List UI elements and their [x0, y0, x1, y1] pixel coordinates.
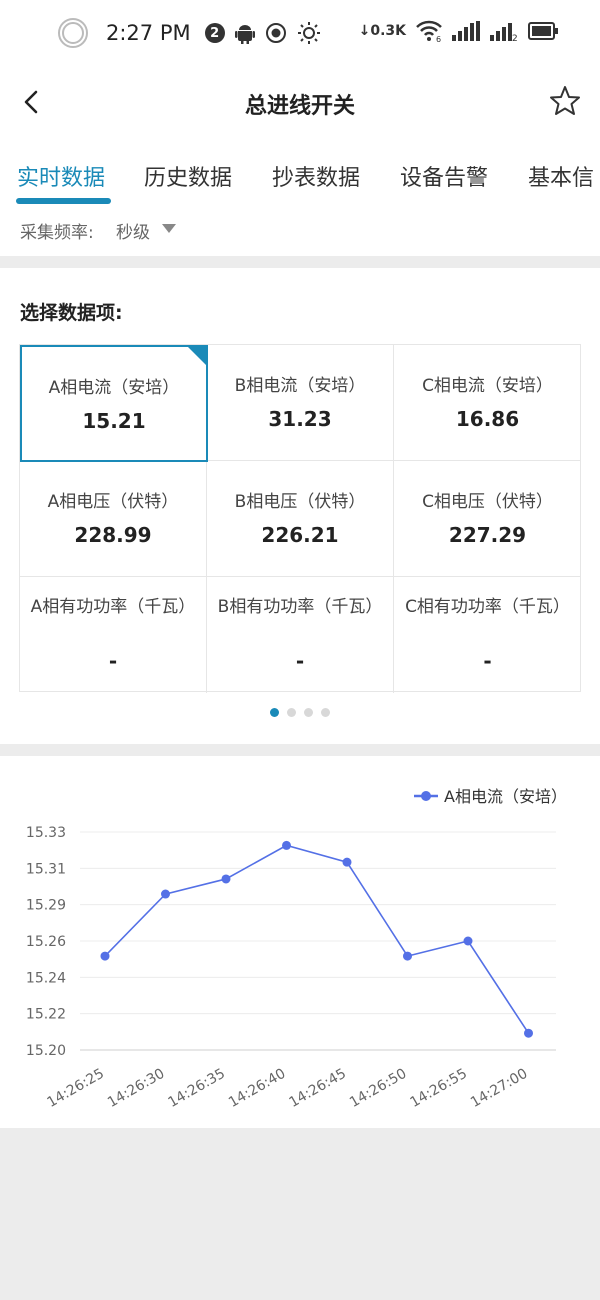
data-item-label: B相电流（安培） [234, 376, 366, 396]
sim-sub-label: 2 [512, 34, 518, 41]
signal-icon-1 [452, 21, 480, 41]
x-tick-label: 14:27:00 [468, 1066, 530, 1111]
dropdown-caret-icon[interactable] [162, 224, 176, 233]
x-tick-label: 14:26:35 [166, 1066, 228, 1111]
data-item-b-active-power[interactable]: B相有功功率（千瓦） - [207, 577, 394, 693]
data-point [221, 874, 231, 884]
download-speed: ↓0.3K [358, 23, 406, 39]
legend-marker [421, 791, 431, 801]
status-left: 2:27 PM 2 [58, 18, 321, 48]
x-tick-label: 14:26:55 [408, 1066, 470, 1111]
data-item-label: C相电流（安培） [422, 376, 553, 396]
x-tick-label: 14:26:25 [45, 1066, 107, 1111]
y-tick-label: 15.22 [26, 1007, 66, 1023]
data-item-value: - [295, 649, 305, 673]
data-item-label: A相电流（安培） [48, 378, 180, 398]
y-tick-label: 15.29 [26, 898, 66, 914]
favorite-star-icon[interactable] [548, 84, 582, 118]
data-item-value: - [108, 649, 118, 673]
notification-badge: 2 [204, 23, 225, 43]
data-item-value: 226.21 [261, 523, 339, 547]
page-indicator [0, 708, 600, 717]
page-dot[interactable] [287, 708, 296, 717]
data-item-a-current[interactable]: A相电流（安培） 15.21 [20, 345, 208, 462]
data-item-value: - [483, 649, 492, 673]
data-item-c-current[interactable]: C相电流（安培） 16.86 [394, 345, 581, 461]
wifi-icon: 6 [416, 20, 442, 42]
status-time: 2:27 PM [106, 21, 191, 45]
tab-bar: 实时数据 历史数据 抄表数据 设备告警 基本信 [0, 138, 600, 210]
tab-basic-info[interactable]: 基本信 [528, 160, 594, 192]
x-tick-label: 14:26:50 [347, 1066, 409, 1111]
data-items-card: 选择数据项: A相电流（安培） 15.21 B相电流（安培） 31.23 C相电… [0, 268, 600, 744]
status-bar: 2:27 PM 2 ↓0.3K 6 2 [0, 0, 600, 68]
y-tick-label: 15.33 [26, 825, 66, 841]
android-icon [234, 25, 255, 44]
app-header: 总进线开关 [0, 68, 600, 138]
data-item-label: C相电压（伏特） [422, 492, 553, 512]
frequency-value[interactable]: 秒级 [116, 218, 150, 243]
data-point [161, 889, 170, 899]
y-tick-label: 15.26 [26, 934, 66, 950]
data-item-b-voltage[interactable]: B相电压（伏特） 226.21 [207, 461, 394, 577]
data-point [100, 951, 110, 961]
page-dot[interactable] [270, 708, 279, 717]
data-item-value: 228.99 [74, 523, 152, 547]
data-item-label: A相电压（伏特） [47, 492, 179, 512]
frequency-selector[interactable]: 采集频率: 秒级 [0, 210, 600, 256]
signal-icon-2: 2 [490, 23, 518, 41]
tab-history-data[interactable]: 历史数据 [144, 160, 232, 192]
y-tick-label: 15.24 [26, 970, 66, 986]
data-item-c-voltage[interactable]: C相电压（伏特） 227.29 [394, 461, 581, 577]
wifi-sub-label: 6 [436, 35, 441, 42]
tab-meter-reading[interactable]: 抄表数据 [272, 160, 360, 192]
page-dot[interactable] [304, 708, 313, 717]
x-tick-label: 14:26:30 [105, 1066, 167, 1111]
x-tick-label: 14:26:45 [287, 1066, 349, 1111]
data-point [282, 840, 291, 850]
data-item-label: A相有功功率（千瓦） [30, 597, 196, 617]
data-item-c-active-power[interactable]: C相有功功率（千瓦） - [394, 577, 581, 693]
data-item-value: 227.29 [448, 523, 527, 547]
x-tick-label: 14:26:40 [226, 1066, 288, 1111]
tab-realtime-data[interactable]: 实时数据 [17, 160, 105, 192]
data-item-b-current[interactable]: B相电流（安培） 31.23 [207, 345, 394, 461]
data-item-label: B相有功功率（千瓦） [217, 597, 383, 617]
data-point [403, 951, 412, 961]
line-chart: 15.20 15.22 15.24 15.26 15.29 15.31 15.33 14:26… [26, 787, 567, 1111]
data-item-a-voltage[interactable]: A相电压（伏特） 228.99 [20, 461, 207, 577]
data-point [342, 857, 352, 867]
status-right: ↓0.3K 6 2 [359, 20, 558, 42]
brightness-icon [297, 22, 320, 44]
data-item-value: 31.23 [268, 407, 332, 431]
download-speed-value: 0.3K [370, 23, 406, 39]
frequency-label: 采集频率: [20, 223, 94, 243]
selected-corner-icon [188, 347, 206, 365]
data-items-grid: A相电流（安培） 15.21 B相电流（安培） 31.23 C相电流（安培） 1… [19, 344, 581, 693]
active-tab-indicator [16, 198, 111, 204]
data-item-label: C相有功功率（千瓦） [405, 597, 570, 617]
data-item-value: 15.21 [82, 409, 146, 433]
data-items-title: 选择数据项: [20, 302, 123, 324]
tab-device-alarms[interactable]: 设备告警 [400, 160, 488, 192]
y-tick-label: 15.31 [26, 861, 66, 877]
circle-indicator-icon [58, 18, 88, 48]
realtime-chart: 15.20 15.22 15.24 15.26 15.29 15.31 15.33 14:26… [0, 756, 600, 1128]
data-item-value: 16.86 [455, 407, 520, 431]
y-tick-label: 15.20 [26, 1043, 66, 1059]
data-item-label: B相电压（伏特） [234, 492, 366, 512]
record-icon [265, 23, 286, 43]
legend-label: A相电流（安培） [444, 787, 567, 806]
page-dot[interactable] [321, 708, 330, 717]
page-title: 总进线开关 [244, 94, 355, 119]
data-item-a-active-power[interactable]: A相有功功率（千瓦） - [20, 577, 207, 693]
battery-icon [528, 22, 558, 40]
data-point [463, 936, 473, 946]
data-point [524, 1028, 533, 1038]
